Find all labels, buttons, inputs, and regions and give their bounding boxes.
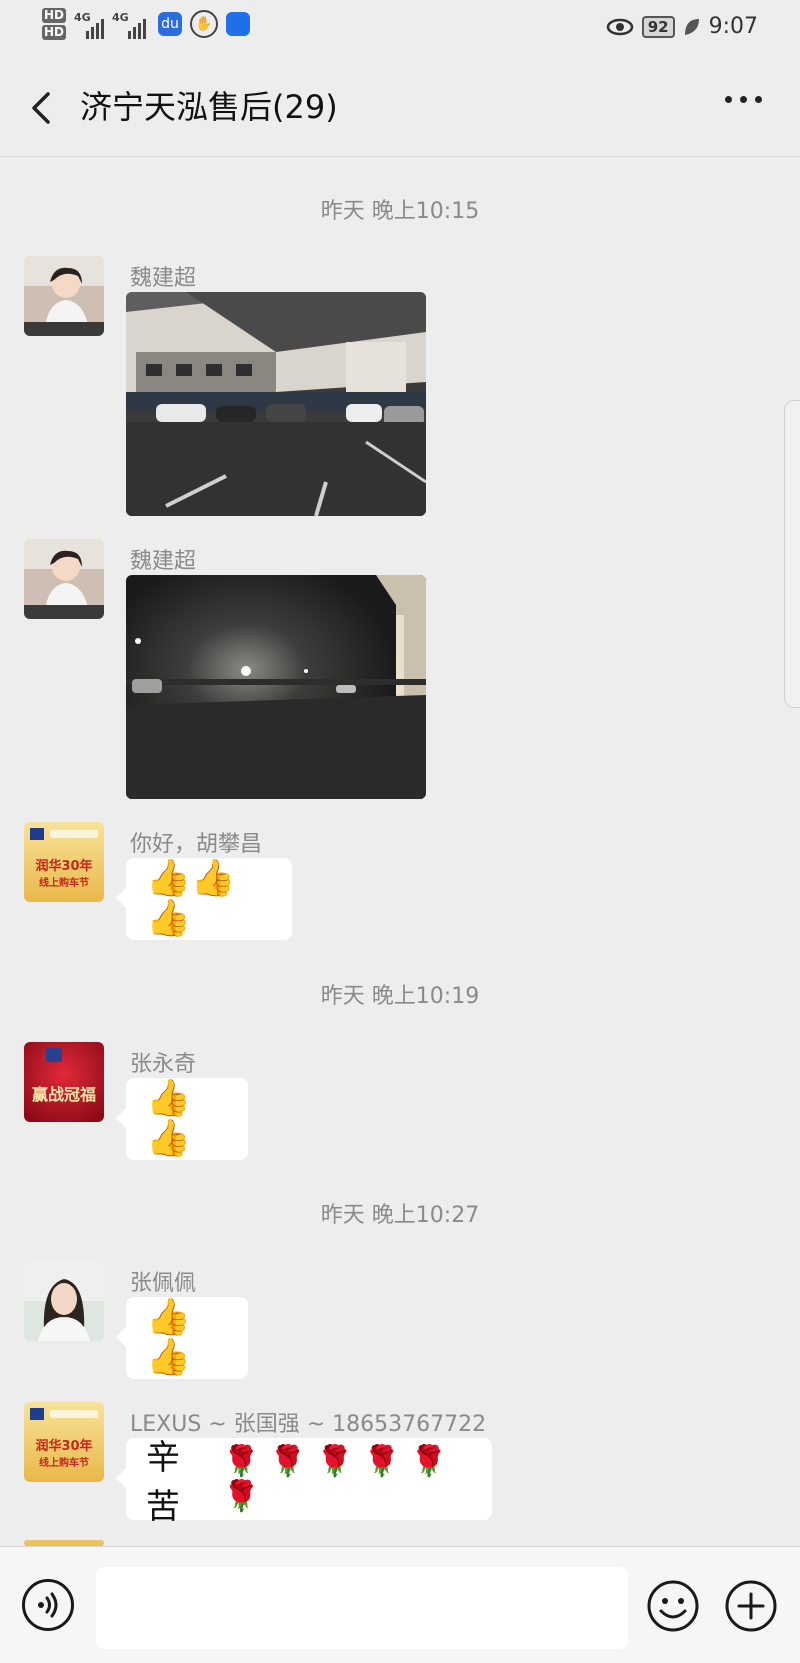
- sender-name: 张永奇: [130, 1052, 197, 1077]
- scroll-indicator[interactable]: [784, 400, 800, 708]
- svg-text:赢战冠福: 赢战冠福: [32, 1085, 96, 1104]
- hand-app-icon: ✋: [190, 10, 219, 38]
- avatar-child[interactable]: [24, 256, 104, 336]
- plus-icon[interactable]: [724, 1579, 778, 1633]
- chat-title: 济宁天泓售后(29): [80, 88, 338, 126]
- baidu-app-icon: du: [158, 12, 183, 36]
- message-bubble[interactable]: 👍👍: [116, 1078, 248, 1160]
- avatar-child[interactable]: [24, 539, 104, 619]
- input-bar: [0, 1546, 800, 1663]
- status-bar: HD HD 4G 4G du ✋ 92 9:07: [0, 0, 800, 60]
- sender-name: 魏建超: [130, 549, 197, 574]
- more-icon[interactable]: [725, 96, 762, 103]
- avatar-promo-red[interactable]: 赢战冠福: [24, 1042, 104, 1122]
- sender-name: 你好，胡攀昌: [130, 832, 263, 857]
- avatar-woman[interactable]: [24, 1261, 104, 1341]
- hd2-badge: HD: [42, 25, 67, 40]
- timestamp: 昨天 晚上10:27: [320, 1203, 480, 1228]
- thumbs-up-emoji: 👍👍: [146, 1078, 191, 1159]
- signal-2-icon: 4G: [112, 9, 150, 39]
- svg-text:线上购车节: 线上购车节: [39, 876, 89, 889]
- clock: 9:07: [708, 14, 758, 39]
- sender-name: 张佩佩: [130, 1271, 197, 1296]
- status-right: 92 9:07: [606, 14, 758, 39]
- message-input[interactable]: [96, 1567, 628, 1649]
- signal-1-icon: 4G: [74, 9, 105, 39]
- avatar-promo-runhua[interactable]: 润华30年 线上购车节: [24, 1402, 104, 1482]
- sender-name: 魏建超: [130, 266, 197, 291]
- svg-text:线上购车节: 线上购车节: [39, 1456, 89, 1469]
- svg-text:润华30年: 润华30年: [35, 858, 92, 874]
- thumbs-up-emoji: 👍👍👍: [146, 858, 236, 939]
- hd1-badge: HD: [42, 8, 67, 23]
- image-message-parking-lot[interactable]: [126, 292, 426, 516]
- voice-icon[interactable]: [22, 1579, 74, 1631]
- timestamp: 昨天 晚上10:19: [320, 984, 480, 1009]
- thumbs-up-emoji: 👍👍: [146, 1297, 191, 1378]
- svg-text:润华30年: 润华30年: [35, 1438, 92, 1454]
- avatar-promo-runhua[interactable]: 润华30年 线上购车节: [24, 822, 104, 902]
- message-text: 辛苦: [146, 1438, 180, 1527]
- header-divider: [0, 156, 800, 157]
- leaf-icon: [684, 18, 699, 35]
- back-icon[interactable]: [24, 88, 64, 128]
- rose-emoji: 🌹 🌹 🌹 🌹 🌹 🌹: [222, 1444, 448, 1514]
- message-bubble[interactable]: 辛苦 🌹 🌹 🌹 🌹 🌹 🌹: [116, 1438, 492, 1527]
- emoji-icon[interactable]: [646, 1579, 700, 1633]
- eye-icon: [606, 18, 633, 35]
- message-bubble[interactable]: 👍👍👍: [116, 858, 292, 940]
- battery-indicator: 92: [641, 15, 675, 38]
- timestamp: 昨天 晚上10:15: [320, 199, 480, 224]
- chat-header: 济宁天泓售后(29): [0, 60, 800, 156]
- image-message-night-street[interactable]: [126, 575, 426, 799]
- message-bubble[interactable]: 👍👍: [116, 1297, 248, 1379]
- status-left: HD HD 4G 4G du ✋: [42, 8, 251, 40]
- news-app-icon: [226, 12, 251, 36]
- hd-indicators: HD HD: [42, 8, 67, 40]
